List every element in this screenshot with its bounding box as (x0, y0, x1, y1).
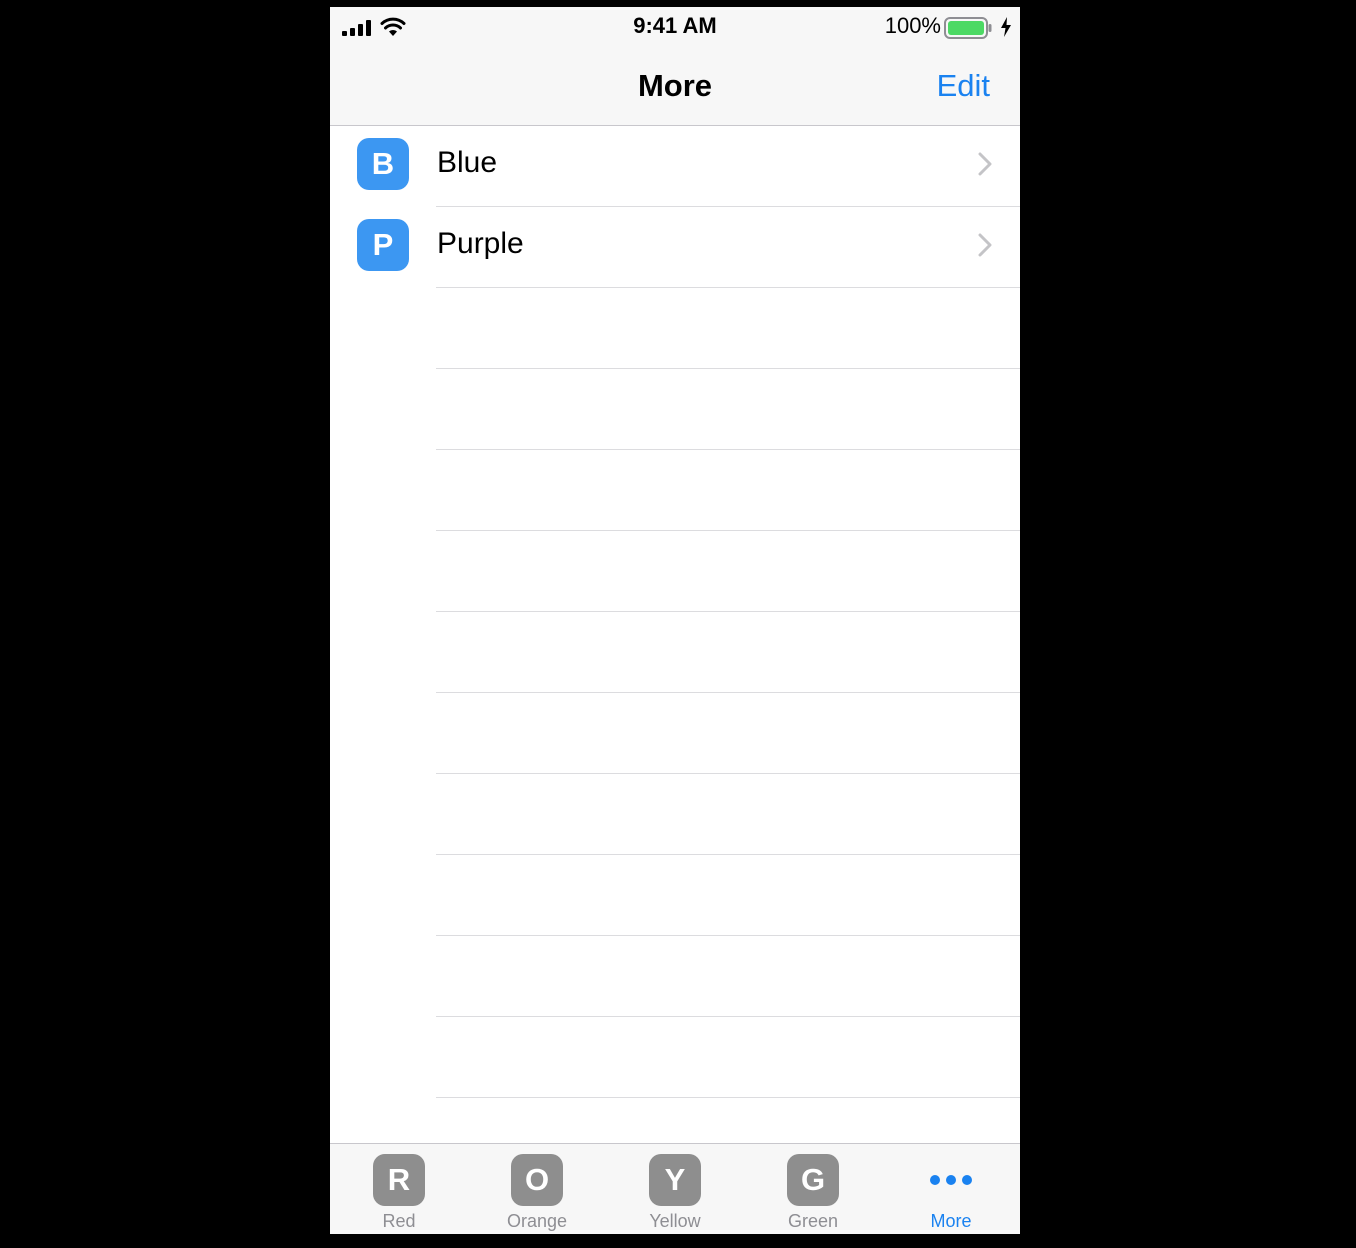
tab-bar: R Red O Orange Y Yellow G Green More (330, 1143, 1020, 1234)
empty-row (436, 936, 1020, 1017)
tab-orange[interactable]: O Orange (468, 1144, 606, 1234)
blue-badge-icon: B (357, 138, 409, 190)
list-item-label: Purple (437, 227, 524, 260)
battery-fill (948, 21, 984, 35)
tab-label: Yellow (649, 1211, 701, 1231)
list-item-label: Blue (437, 146, 498, 179)
yellow-tab-icon: Y (649, 1154, 701, 1206)
chevron-right-icon (978, 233, 992, 257)
tab-green[interactable]: G Green (744, 1144, 882, 1234)
empty-row (436, 288, 1020, 369)
empty-row (436, 369, 1020, 450)
battery-icon (944, 17, 992, 39)
empty-row (436, 531, 1020, 612)
navigation-bar: More Edit (330, 51, 1020, 126)
tab-yellow[interactable]: Y Yellow (606, 1144, 744, 1234)
status-bar: 9:41 AM 100% (330, 7, 1020, 51)
tab-label: Red (382, 1211, 416, 1231)
tab-label: Green (787, 1211, 839, 1231)
phone-screen: 9:41 AM 100% More Edit B Blue P Purple R… (330, 7, 1020, 1234)
empty-row (436, 612, 1020, 693)
more-list: B Blue P Purple (330, 126, 1020, 1098)
purple-badge-icon: P (357, 219, 409, 271)
more-dots-icon (930, 1175, 972, 1185)
tab-red[interactable]: R Red (330, 1144, 468, 1234)
edit-button[interactable]: Edit (937, 68, 990, 104)
empty-row (436, 855, 1020, 936)
empty-row (436, 1017, 1020, 1098)
empty-row (436, 774, 1020, 855)
charging-bolt-icon (1001, 17, 1011, 37)
tab-more[interactable]: More (882, 1144, 1020, 1234)
empty-row (436, 450, 1020, 531)
orange-tab-icon: O (511, 1154, 563, 1206)
empty-row (436, 693, 1020, 774)
tab-label: Orange (506, 1211, 568, 1231)
list-item-blue[interactable]: B Blue (357, 126, 1020, 207)
green-tab-icon: G (787, 1154, 839, 1206)
list-item-purple[interactable]: P Purple (357, 207, 1020, 288)
tab-label: More (930, 1211, 972, 1231)
battery-percent: 100% (884, 13, 941, 38)
chevron-right-icon (978, 152, 992, 176)
red-tab-icon: R (373, 1154, 425, 1206)
page-title: More (637, 68, 713, 103)
